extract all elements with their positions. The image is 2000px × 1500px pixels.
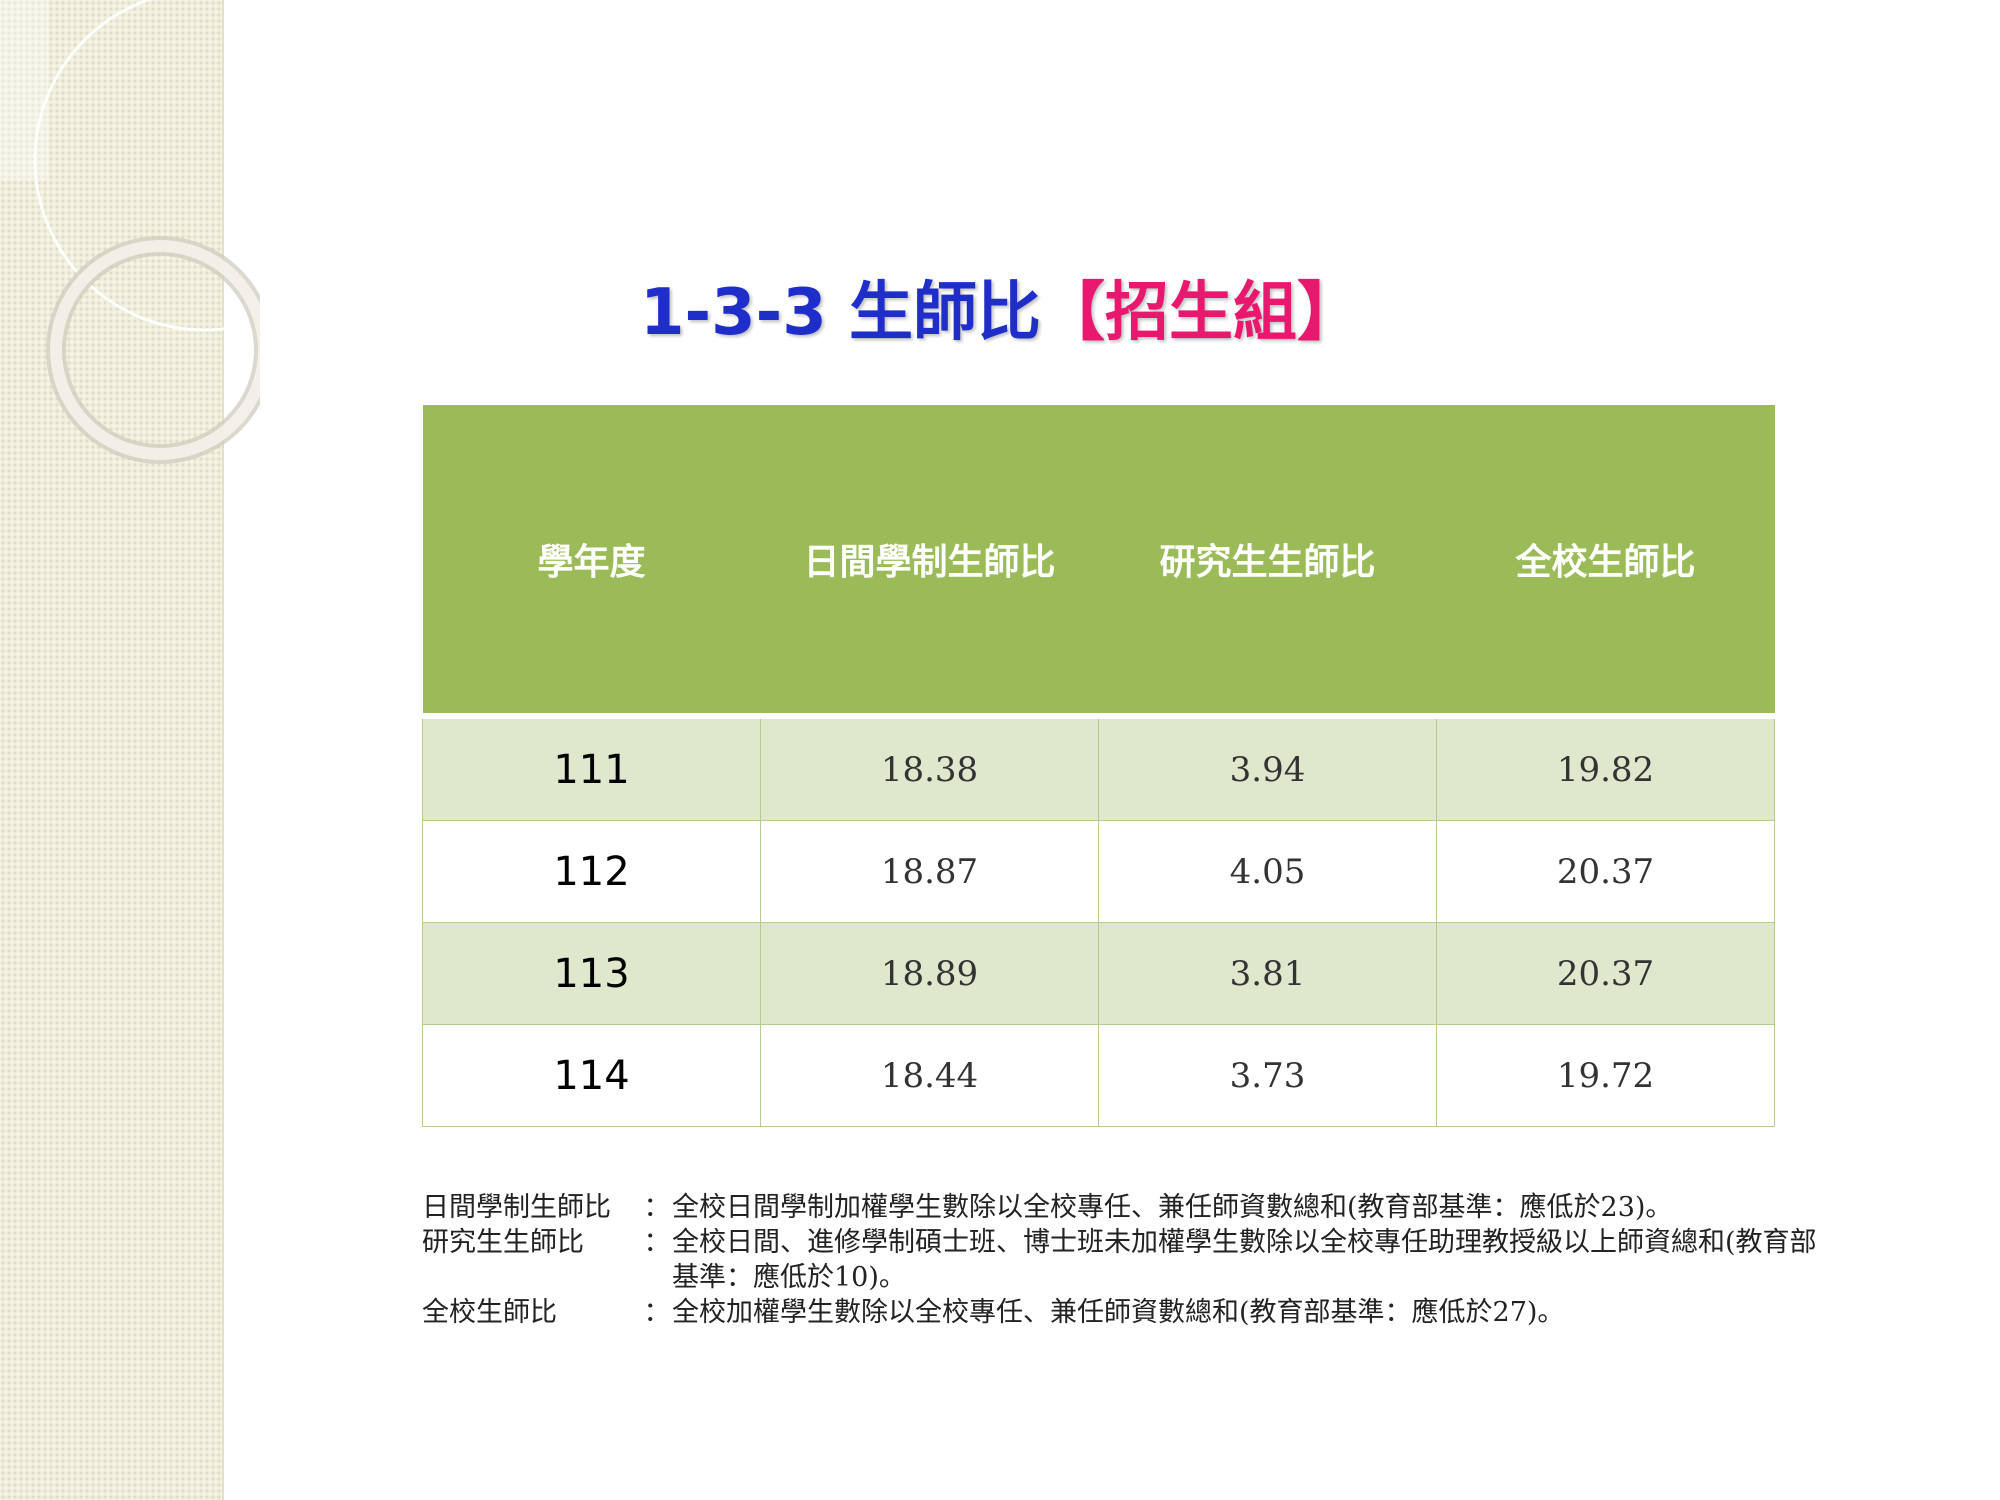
- day-program-ratio-cell: 18.89: [760, 922, 1099, 1025]
- table-header-row: 學年度 日間學制生師比 研究生生師比 全校生師比: [422, 405, 1775, 719]
- day-program-ratio-cell: 18.38: [760, 715, 1099, 821]
- graduate-ratio-cell: 4.05: [1098, 820, 1437, 923]
- year-cell: 112: [422, 820, 761, 923]
- school-wide-ratio-cell: 20.37: [1436, 922, 1775, 1025]
- header-graduate-ratio: 研究生生師比: [1098, 405, 1437, 719]
- year-cell: 111: [422, 715, 761, 821]
- header-academic-year: 學年度: [422, 405, 761, 719]
- note-definition: 全校日間學制加權學生數除以全校專任、兼任師資數總和(教育部基準：應低於23)。: [672, 1192, 1673, 1223]
- note-separator: ：: [643, 1227, 671, 1258]
- slide-title-group-label: 【招生組】: [1041, 276, 1361, 350]
- note-separator: ：: [643, 1192, 671, 1223]
- table-row: 111 18.38 3.94 19.82: [422, 715, 1775, 821]
- table-row: 113 18.89 3.81 20.37: [422, 922, 1775, 1025]
- school-wide-ratio-cell: 19.72: [1436, 1024, 1775, 1127]
- year-cell: 114: [422, 1024, 761, 1127]
- decorative-ring-small-highlight: [50, 240, 260, 460]
- note-term: 研究生生師比: [422, 1227, 584, 1258]
- note-separator: ：: [643, 1297, 671, 1328]
- note-definition: 全校日間、進修學制碩士班、博士班未加權學生數除以全校專任助理教授級以上師資總和(…: [672, 1227, 1817, 1293]
- note-term: 全校生師比: [422, 1297, 557, 1328]
- header-day-program-ratio: 日間學制生師比: [760, 405, 1099, 719]
- note-term: 日間學制生師比: [422, 1192, 611, 1223]
- school-wide-ratio-cell: 19.82: [1436, 715, 1775, 821]
- day-program-ratio-cell: 18.87: [760, 820, 1099, 923]
- header-school-wide-ratio: 全校生師比: [1436, 405, 1775, 719]
- school-wide-ratio-cell: 20.37: [1436, 820, 1775, 923]
- student-teacher-ratio-table: 學年度 日間學制生師比 研究生生師比 全校生師比 111 18.38 3.94 …: [422, 405, 1775, 1127]
- table-row: 112 18.87 4.05 20.37: [422, 820, 1775, 923]
- note-day-program-ratio: 日間學制生師比 ： 全校日間學制加權學生數除以全校專任、兼任師資數總和(教育部基…: [422, 1190, 1822, 1225]
- day-program-ratio-cell: 18.44: [760, 1024, 1099, 1127]
- table-row: 114 18.44 3.73 19.72: [422, 1024, 1775, 1127]
- slide-title-main: 1-3-3 生師比: [640, 276, 1041, 350]
- graduate-ratio-cell: 3.81: [1098, 922, 1437, 1025]
- note-definition: 全校加權學生數除以全校專任、兼任師資數總和(教育部基準：應低於27)。: [672, 1297, 1565, 1328]
- slide-title: 1-3-3 生師比【招生組】: [640, 268, 1361, 358]
- graduate-ratio-cell: 3.73: [1098, 1024, 1437, 1127]
- note-school-wide-ratio: 全校生師比 ： 全校加權學生數除以全校專任、兼任師資數總和(教育部基準：應低於2…: [422, 1295, 1822, 1330]
- note-graduate-ratio: 研究生生師比 ： 全校日間、進修學制碩士班、博士班未加權學生數除以全校專任助理教…: [422, 1225, 1822, 1295]
- graduate-ratio-cell: 3.94: [1098, 715, 1437, 821]
- year-cell: 113: [422, 922, 761, 1025]
- decorative-rings: [33, 0, 260, 464]
- definition-notes: 日間學制生師比 ： 全校日間學制加權學生數除以全校專任、兼任師資數總和(教育部基…: [422, 1190, 1822, 1330]
